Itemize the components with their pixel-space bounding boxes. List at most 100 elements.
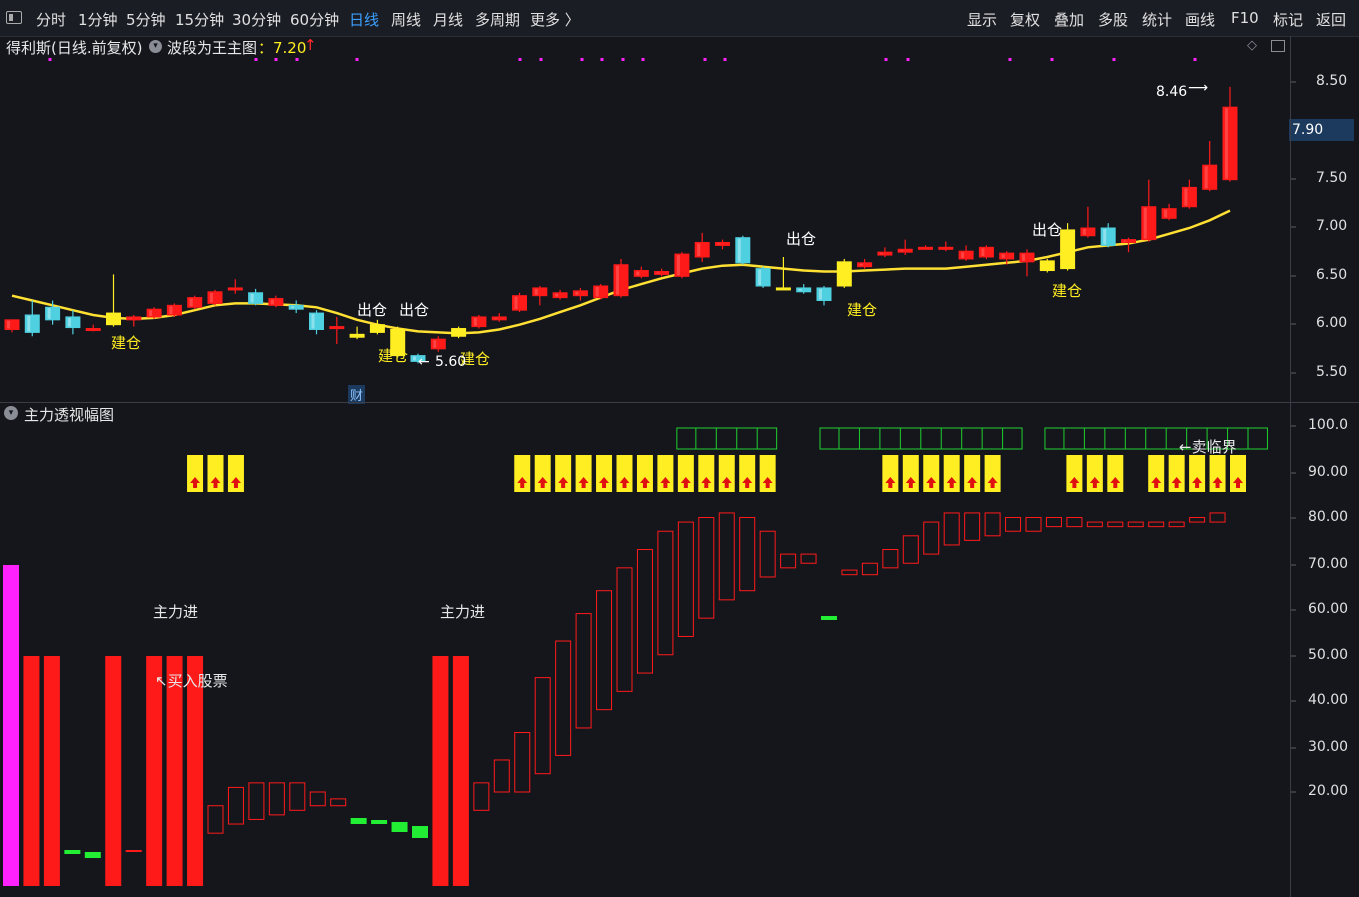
candle[interactable] [349, 326, 365, 340]
candle[interactable] [1141, 179, 1157, 242]
candle[interactable] [309, 310, 324, 335]
strength-bar[interactable] [677, 521, 694, 637]
candle[interactable] [268, 295, 284, 308]
candle[interactable] [1060, 223, 1076, 271]
candle[interactable] [369, 319, 385, 335]
period-tab-4[interactable]: 30分钟 [232, 9, 281, 30]
strength-bar[interactable] [657, 530, 674, 656]
toolbar-action-3[interactable]: 多股 [1098, 9, 1128, 30]
candle[interactable] [715, 239, 730, 250]
strength-bar[interactable] [248, 782, 265, 820]
strength-bar[interactable] [1025, 517, 1042, 532]
period-tab-9[interactable]: 多周期 [475, 9, 520, 30]
candle[interactable] [248, 288, 264, 306]
strength-bar[interactable] [452, 656, 469, 886]
strength-bar[interactable] [984, 512, 1001, 537]
strength-bar[interactable] [350, 818, 367, 824]
candle[interactable] [958, 245, 974, 261]
candle[interactable] [694, 232, 710, 262]
strength-bar[interactable] [1045, 517, 1062, 528]
strength-bar[interactable] [902, 535, 919, 564]
candle[interactable] [106, 274, 121, 327]
strength-bar[interactable] [882, 549, 899, 569]
sub-indicator-chart[interactable]: ▾ 主力透视幅图 100.0 90.00 80.00 70.00 60.00 50.00 4… [0, 403, 1359, 897]
strength-bar[interactable] [3, 565, 19, 886]
strength-bar[interactable] [923, 521, 940, 555]
toolbar-action-5[interactable]: 画线 [1185, 9, 1215, 30]
toolbar-action-0[interactable]: 显示 [967, 9, 997, 30]
candle[interactable] [735, 235, 751, 265]
strength-bar[interactable] [125, 850, 142, 852]
period-tab-5[interactable]: 60分钟 [290, 9, 339, 30]
strength-bar[interactable] [64, 850, 81, 854]
candle[interactable] [1080, 206, 1096, 238]
period-tab-1[interactable]: 1分钟 [78, 9, 118, 30]
candle[interactable] [572, 287, 588, 301]
strength-bar[interactable] [964, 512, 981, 541]
toolbar-action-1[interactable]: 复权 [1010, 9, 1040, 30]
strength-bar[interactable] [330, 798, 347, 807]
strength-bar[interactable] [555, 640, 572, 756]
strength-bar[interactable] [739, 517, 756, 592]
main-candlestick-chart[interactable]: 得利斯(日线.前复权) ▾ 波段为王主图 ：7.20 ↑ ◇ 8.508.007… [0, 36, 1359, 404]
strength-bar[interactable] [514, 732, 531, 793]
candle[interactable] [1019, 249, 1035, 277]
strength-bar[interactable] [432, 656, 449, 886]
strength-bar[interactable] [493, 759, 510, 793]
candle[interactable] [674, 252, 690, 279]
strength-bar[interactable] [575, 613, 592, 729]
candle[interactable] [1222, 86, 1238, 182]
strength-bar[interactable] [943, 512, 960, 546]
strength-bar[interactable] [534, 677, 551, 775]
candle[interactable] [430, 336, 446, 352]
toolbar-action-7[interactable]: 标记 [1273, 9, 1303, 30]
candle[interactable] [532, 286, 548, 306]
strength-bar[interactable] [371, 820, 388, 824]
strength-bar[interactable] [207, 805, 224, 834]
strength-bar[interactable] [391, 822, 408, 832]
candle[interactable] [654, 268, 670, 277]
toolbar-action-4[interactable]: 统计 [1142, 9, 1172, 30]
strength-bar[interactable] [412, 826, 428, 838]
candle[interactable] [187, 295, 203, 310]
window-toggle-icon[interactable] [6, 11, 22, 24]
period-tab-0[interactable]: 分时 [36, 9, 66, 30]
candle[interactable] [329, 316, 345, 344]
strength-bar[interactable] [473, 782, 490, 811]
strength-bar[interactable] [800, 553, 817, 564]
strength-bar[interactable] [1066, 517, 1083, 528]
strength-bar[interactable] [616, 567, 633, 692]
strength-bar[interactable] [596, 590, 613, 711]
strength-bar[interactable] [1168, 521, 1185, 528]
strength-bar[interactable] [1148, 521, 1165, 528]
strength-bar[interactable] [268, 782, 285, 816]
candle[interactable] [796, 284, 812, 294]
candle[interactable] [207, 289, 223, 306]
candle[interactable] [512, 292, 527, 313]
candle[interactable] [288, 300, 304, 314]
candle[interactable] [166, 303, 182, 317]
candle[interactable] [897, 239, 913, 256]
candle[interactable] [1181, 179, 1197, 209]
strength-bar[interactable] [84, 852, 101, 858]
candle[interactable] [471, 315, 487, 329]
toolbar-action-8[interactable]: 返回 [1316, 9, 1346, 30]
period-tab-2[interactable]: 5分钟 [126, 9, 166, 30]
candle[interactable] [836, 258, 852, 288]
candle[interactable] [1039, 258, 1055, 273]
period-tab-6[interactable]: 日线 [349, 9, 379, 30]
candle[interactable] [938, 241, 954, 252]
candle[interactable] [4, 319, 20, 333]
candle[interactable] [65, 310, 81, 335]
candle[interactable] [227, 279, 243, 294]
candle[interactable] [491, 313, 507, 322]
candle[interactable] [126, 315, 142, 327]
candle[interactable] [755, 266, 771, 288]
candle[interactable] [24, 300, 40, 337]
candle[interactable] [1202, 141, 1218, 192]
period-tab-7[interactable]: 周线 [391, 9, 421, 30]
candle[interactable] [451, 326, 467, 339]
strength-bar[interactable] [1107, 521, 1124, 528]
strength-bar[interactable] [636, 549, 653, 674]
candle[interactable] [146, 307, 162, 319]
